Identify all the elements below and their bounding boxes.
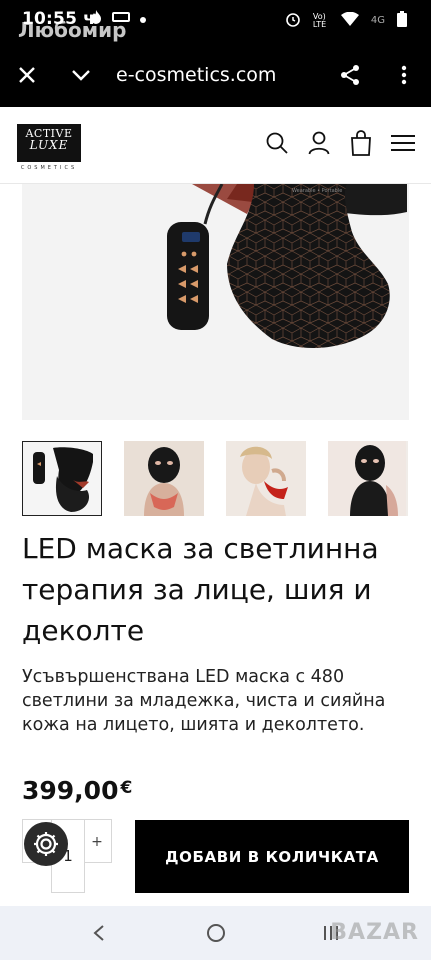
close-tab-button[interactable] <box>12 60 42 90</box>
thumbnail-4[interactable] <box>328 441 408 516</box>
volte-icon: Vo) LTE <box>312 11 327 29</box>
status-bar: Любомир 10:55 ч Vo) LTE 4G <box>0 0 431 42</box>
price-amount: 399,00 <box>22 776 119 805</box>
clock: 10:55 ч <box>22 9 96 29</box>
back-icon[interactable] <box>86 920 112 946</box>
site-header: ACTIVE LUXE COSMETICS <box>0 107 431 184</box>
thumbnail-3[interactable] <box>226 441 306 516</box>
shopping-bag-icon[interactable] <box>349 130 373 156</box>
more-menu-button[interactable] <box>389 60 419 90</box>
settings-gear-button[interactable] <box>24 822 68 866</box>
wifi-icon <box>340 11 359 29</box>
product-description: Усъвършенствана LED маска с 480 светлини… <box>22 667 386 735</box>
price-currency: € <box>120 778 133 798</box>
add-to-cart-button[interactable]: ДОБАВИ В КОЛИЧКАТА <box>135 820 409 893</box>
hamburger-menu-icon[interactable] <box>391 130 415 156</box>
dot-icon <box>140 12 146 27</box>
search-icon[interactable] <box>265 130 289 156</box>
logo-sub: COSMETICS <box>20 165 78 171</box>
watermark-logo: BAZAR <box>330 920 419 945</box>
network-type-label: 4G <box>370 15 385 26</box>
logo-line2: LUXE <box>29 138 69 152</box>
account-icon[interactable] <box>307 130 331 156</box>
product-price: 399,00 € <box>22 776 132 805</box>
thumbnail-strip <box>22 441 409 517</box>
system-icons: Vo) LTE 4G <box>285 11 407 30</box>
header-actions <box>265 130 415 156</box>
battery-icon <box>397 11 407 30</box>
chevron-down-icon[interactable] <box>66 60 96 90</box>
browser-chrome: Любомир 10:55 ч Vo) LTE 4G e-cosmetics.c… <box>0 0 431 107</box>
product-title: LED маска за светлинна терапия за лице, … <box>22 532 379 647</box>
thumbnail-1[interactable] <box>22 441 102 516</box>
brand-logo[interactable]: ACTIVE LUXE COSMETICS <box>17 124 81 172</box>
home-icon[interactable] <box>203 920 229 946</box>
svg-text:Wearable • Portable: Wearable • Portable <box>292 188 342 194</box>
url-bar: e-cosmetics.com <box>0 52 431 98</box>
share-button[interactable] <box>335 60 365 90</box>
system-nav-bar: BAZAR <box>0 906 431 960</box>
alarm-icon <box>285 11 301 30</box>
fire-icon <box>90 10 102 28</box>
gear-icon <box>34 832 58 856</box>
product-main-image[interactable]: Wearable • Portable <box>22 184 409 420</box>
notification-icons <box>90 10 146 28</box>
app-notification-icon <box>112 10 130 28</box>
url-text[interactable]: e-cosmetics.com <box>116 64 276 86</box>
quantity-plus-button[interactable]: + <box>83 820 111 864</box>
thumbnail-2[interactable] <box>124 441 204 516</box>
